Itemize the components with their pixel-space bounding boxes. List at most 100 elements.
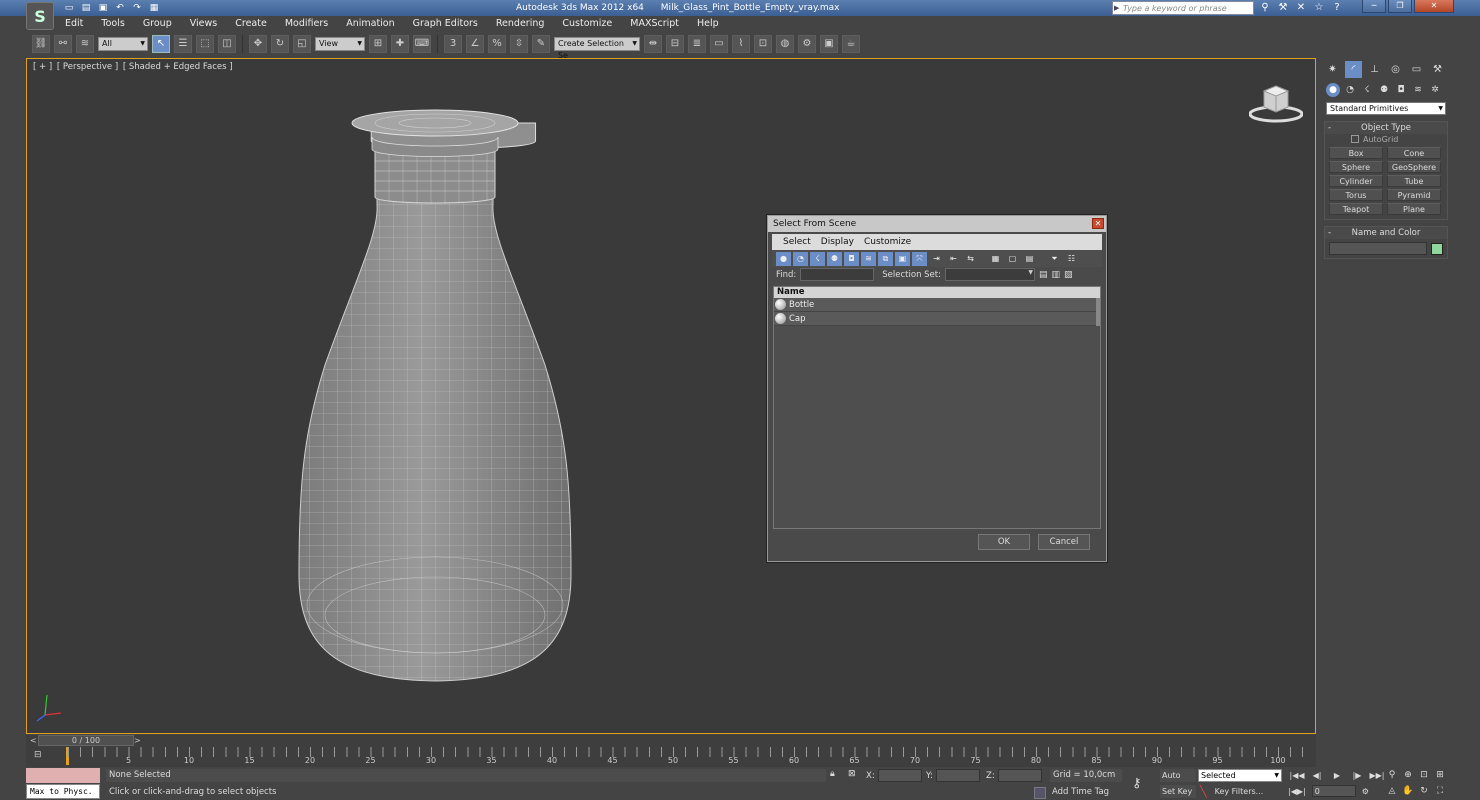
object-color-swatch[interactable] xyxy=(1431,242,1443,255)
rendered-frame-icon[interactable]: ▣ xyxy=(820,35,838,53)
time-slider[interactable]: < 0 / 100 > xyxy=(26,735,1316,747)
rotate-icon[interactable]: ↻ xyxy=(271,35,289,53)
render-setup-icon[interactable]: ⚙ xyxy=(798,35,816,53)
geosphere-button[interactable]: GeoSphere xyxy=(1387,161,1441,173)
maximize-viewport-icon[interactable]: ⛶ xyxy=(1432,785,1448,798)
utilities-tab-icon[interactable]: ⚒ xyxy=(1429,61,1446,78)
cancel-button[interactable]: Cancel xyxy=(1038,534,1090,550)
motion-tab-icon[interactable]: ◎ xyxy=(1387,61,1404,78)
display-xrefs-icon[interactable]: ▣ xyxy=(895,251,910,266)
menu-help[interactable]: Help xyxy=(688,16,728,32)
absolute-mode-icon[interactable]: ⊠ xyxy=(848,769,856,779)
display-helpers-icon[interactable]: ◘ xyxy=(844,251,859,266)
track-bar[interactable]: ⊟ 5 10 15 20 25 30 35 40 45 50 55 60 65 70 75 80 85 90 95 1… xyxy=(26,747,1316,767)
previous-frame-icon[interactable]: ◀| xyxy=(1308,769,1326,782)
reference-coordinate-dropdown[interactable]: View xyxy=(315,37,365,51)
dialog-menu-select[interactable]: Select xyxy=(778,237,816,247)
binoculars-icon[interactable]: ⚲ xyxy=(1258,1,1272,15)
zoom-all-icon[interactable]: ⊕ xyxy=(1400,769,1416,782)
y-field[interactable] xyxy=(935,769,980,782)
next-frame-icon[interactable]: |▶ xyxy=(1348,769,1366,782)
filter-icon[interactable]: ⏷ xyxy=(1047,252,1062,266)
scale-icon[interactable]: ◱ xyxy=(293,35,311,53)
unlink-icon[interactable]: ⚯ xyxy=(54,35,72,53)
helpers-icon[interactable]: ◘ xyxy=(1394,83,1408,97)
edit-named-selection-icon[interactable]: ✎ xyxy=(532,35,550,53)
menu-modifiers[interactable]: Modifiers xyxy=(276,16,337,32)
column-header-name[interactable]: Name xyxy=(774,287,1100,298)
menu-create[interactable]: Create xyxy=(226,16,276,32)
open-file-icon[interactable]: ▤ xyxy=(79,2,93,14)
maxscript-mini-listener[interactable]: Max to Physc. xyxy=(26,784,100,799)
redo-icon[interactable]: ↷ xyxy=(130,2,144,14)
orbit-icon[interactable]: ↻ xyxy=(1416,785,1432,798)
remove-selection-set-icon[interactable]: ▧ xyxy=(1064,270,1073,280)
autogrid-checkbox[interactable]: AutoGrid xyxy=(1325,134,1447,145)
material-editor-icon[interactable]: ◍ xyxy=(776,35,794,53)
select-by-name-icon[interactable]: ☰ xyxy=(174,35,192,53)
display-none-icon[interactable]: ⇤ xyxy=(946,252,961,266)
time-slider-thumb[interactable]: 0 / 100 xyxy=(38,735,134,746)
subscription-icon[interactable]: ⚒ xyxy=(1276,1,1290,15)
window-crossing-icon[interactable]: ◫ xyxy=(218,35,236,53)
viewport-point-of-view-menu[interactable]: [ Perspective ] xyxy=(57,62,118,72)
play-icon[interactable]: ▶ xyxy=(1328,769,1346,782)
menu-group[interactable]: Group xyxy=(134,16,181,32)
dialog-menu-customize[interactable]: Customize xyxy=(859,237,916,247)
name-and-color-rollout-header[interactable]: Name and Color xyxy=(1325,227,1447,239)
key-filters-button[interactable]: Key Filters... xyxy=(1215,785,1264,798)
mirror-icon[interactable]: ⇹ xyxy=(644,35,662,53)
menu-customize[interactable]: Customize xyxy=(553,16,621,32)
project-folder-icon[interactable]: ▦ xyxy=(147,2,161,14)
select-invert-icon[interactable]: ▤ xyxy=(1022,252,1037,266)
new-file-icon[interactable]: ▭ xyxy=(62,2,76,14)
hierarchy-icon[interactable]: ☷ xyxy=(1064,252,1079,266)
select-object-icon[interactable]: ↖ xyxy=(152,35,170,53)
spinner-snap-icon[interactable]: ⇳ xyxy=(510,35,528,53)
layer-manager-icon[interactable]: ≣ xyxy=(688,35,706,53)
viewport-general-menu[interactable]: [ + ] xyxy=(33,62,52,72)
go-to-start-icon[interactable]: |◀◀ xyxy=(1288,769,1306,782)
display-groups-icon[interactable]: ⧉ xyxy=(878,251,893,266)
shapes-icon[interactable]: ◔ xyxy=(1343,83,1357,97)
restore-icon[interactable]: ❐ xyxy=(1388,0,1412,13)
display-lights-icon[interactable]: ☇ xyxy=(810,251,825,266)
selection-filter-dropdown[interactable]: All xyxy=(98,37,148,51)
dialog-title-bar[interactable]: Select From Scene ✕ xyxy=(768,216,1106,232)
space-warps-icon[interactable]: ≋ xyxy=(1411,83,1425,97)
object-type-rollout-header[interactable]: Object Type xyxy=(1325,122,1447,134)
viewcube-widget[interactable] xyxy=(1249,81,1303,123)
menu-animation[interactable]: Animation xyxy=(337,16,403,32)
curve-editor-icon[interactable]: ⌇ xyxy=(732,35,750,53)
key-mode-dropdown[interactable]: Selected xyxy=(1198,769,1282,782)
torus-button[interactable]: Torus xyxy=(1329,189,1383,201)
object-name-field[interactable] xyxy=(1329,242,1427,255)
systems-icon[interactable]: ✲ xyxy=(1428,83,1442,97)
scene-object-list[interactable]: Name Bottle Cap xyxy=(773,286,1101,529)
menu-views[interactable]: Views xyxy=(181,16,227,32)
keyboard-shortcut-icon[interactable]: ⌨ xyxy=(413,35,431,53)
favorites-icon[interactable]: ☆ xyxy=(1312,1,1326,15)
set-key-button[interactable]: Set Key xyxy=(1160,785,1196,798)
save-file-icon[interactable]: ▣ xyxy=(96,2,110,14)
list-item[interactable]: Bottle xyxy=(774,298,1100,312)
maxscript-listener-output[interactable] xyxy=(26,768,100,783)
edit-selection-set-icon[interactable]: ▥ xyxy=(1052,270,1061,280)
display-geometry-icon[interactable]: ● xyxy=(776,251,791,266)
graphite-ribbon-icon[interactable]: ▭ xyxy=(710,35,728,53)
move-icon[interactable]: ✥ xyxy=(249,35,267,53)
z-field[interactable] xyxy=(997,769,1042,782)
selection-region-icon[interactable]: ⬚ xyxy=(196,35,214,53)
schematic-view-icon[interactable]: ⊡ xyxy=(754,35,772,53)
sphere-button[interactable]: Sphere xyxy=(1329,161,1383,173)
pan-icon[interactable]: ✋ xyxy=(1400,785,1416,798)
align-icon[interactable]: ⊟ xyxy=(666,35,684,53)
select-none-icon[interactable]: ▢ xyxy=(1005,252,1020,266)
display-cameras-icon[interactable]: ⚉ xyxy=(827,251,842,266)
menu-maxscript[interactable]: MAXScript xyxy=(621,16,688,32)
cameras-icon[interactable]: ⚉ xyxy=(1377,83,1391,97)
tube-button[interactable]: Tube xyxy=(1387,175,1441,187)
display-all-icon[interactable]: ⇥ xyxy=(929,252,944,266)
zoom-extents-icon[interactable]: ⊡ xyxy=(1416,769,1432,782)
time-config-icon[interactable]: ⚙ xyxy=(1362,787,1369,796)
